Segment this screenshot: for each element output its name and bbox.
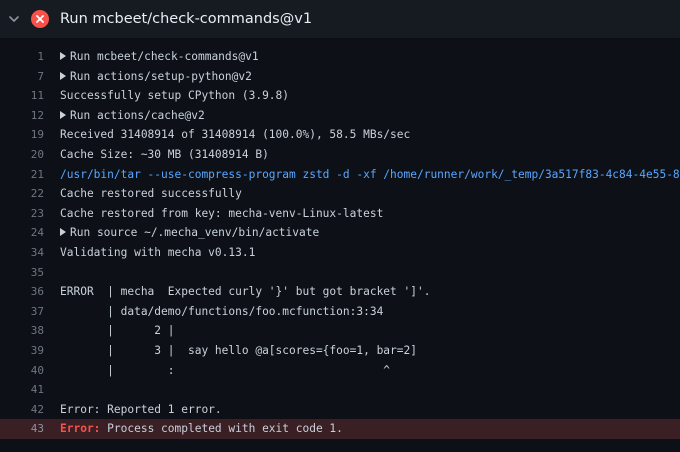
line-number[interactable]: 42 (0, 400, 44, 420)
log-text-content: Received 31408914 of 31408914 (100.0%), … (60, 128, 411, 142)
log-text: Run mcbeet/check-commands@v1 (60, 47, 259, 67)
log-line: 36 ERROR | mecha Expected curly '}' but g… (0, 282, 680, 302)
line-number[interactable]: 37 (0, 302, 44, 322)
line-number[interactable]: 40 (0, 361, 44, 381)
line-number[interactable]: 22 (0, 184, 44, 204)
log-text: Received 31408914 of 31408914 (100.0%), … (60, 125, 410, 145)
log-line: 21/usr/bin/tar --use-compress-program zs… (0, 165, 680, 185)
error-keyword: Error: (60, 422, 101, 436)
log-text: Error: Process completed with exit code … (60, 419, 343, 439)
log-text-content: Run source ~/.mecha_venv/bin/activate (70, 226, 320, 240)
expand-triangle-icon[interactable] (60, 52, 66, 60)
log-text-content: Run actions/setup-python@v2 (70, 69, 252, 83)
log-text-content: Successfully setup CPython (3.9.8) (60, 89, 290, 103)
line-number[interactable]: 11 (0, 86, 44, 106)
line-number[interactable]: 36 (0, 282, 44, 302)
log-line: 41 (0, 380, 680, 400)
log-text: Cache restored from key: mecha-venv-Linu… (60, 204, 383, 224)
line-number[interactable]: 43 (0, 419, 44, 439)
line-number[interactable]: 39 (0, 341, 44, 361)
log-text: | : ^ (60, 361, 390, 381)
log-text: Run actions/cache@v2 (60, 106, 205, 126)
log-text: | 3 | say hello @a[scores={foo=1, bar=2] (60, 341, 417, 361)
log-line: 20 Cache Size: ~30 MB (31408914 B) (0, 145, 680, 165)
line-number[interactable]: 35 (0, 263, 44, 283)
log-line: 39 | 3 | say hello @a[scores={foo=1, bar… (0, 341, 680, 361)
log-text-content: Run mcbeet/check-commands@v1 (70, 50, 259, 63)
line-number[interactable]: 38 (0, 321, 44, 341)
log-line: 38 | 2 | (0, 321, 680, 341)
log-text-content: /usr/bin/tar --use-compress-program zstd… (60, 167, 680, 181)
log-text: | 2 | (60, 321, 175, 341)
log-text-content: | 3 | say hello @a[scores={foo=1, bar=2] (60, 343, 417, 357)
log-text: Run source ~/.mecha_venv/bin/activate (60, 223, 319, 243)
line-number[interactable]: 41 (0, 380, 44, 400)
log-line: 23 Cache restored from key: mecha-venv-Li… (0, 204, 680, 224)
log-line: 34 Validating with mecha v0.13.1 (0, 243, 680, 263)
log-text-content: Cache Size: ~30 MB (31408914 B) (60, 147, 269, 161)
step-title: Run mcbeet/check-commands@v1 (60, 11, 313, 27)
log-text-content: ERROR | mecha Expected curly '}' but got… (60, 285, 431, 299)
log-line[interactable]: 12 Run actions/cache@v2 (0, 106, 680, 126)
log-line: 42 Error: Reported 1 error. (0, 400, 680, 420)
line-number[interactable]: 19 (0, 125, 44, 145)
log-text-content: Error: Reported 1 error. (60, 402, 222, 416)
line-number[interactable]: 23 (0, 204, 44, 224)
log-text: ERROR | mecha Expected curly '}' but got… (60, 282, 430, 302)
log-text: Run actions/setup-python@v2 (60, 67, 252, 87)
log-text-content: | : ^ (60, 363, 391, 377)
line-number[interactable]: 1 (0, 47, 44, 67)
chevron-down-icon[interactable] (7, 12, 21, 26)
log-text-content: | data/demo/functions/foo.mcfunction:3:3… (60, 304, 384, 318)
log-text-content: Cache restored from key: mecha-venv-Linu… (60, 206, 384, 220)
log-text-content: Cache restored successfully (60, 187, 242, 201)
log-text-content: Validating with mecha v0.13.1 (60, 245, 256, 259)
line-number[interactable]: 12 (0, 106, 44, 126)
log-text: Cache Size: ~30 MB (31408914 B) (60, 145, 269, 165)
log-output: 1 Run mcbeet/check-commands@v1 7 Run action… (0, 47, 680, 439)
line-number[interactable]: 24 (0, 223, 44, 243)
log-line: 35 (0, 263, 680, 283)
log-text: /usr/bin/tar --use-compress-program zstd… (60, 165, 680, 185)
log-line: 43 Error: Process completed with exit cod… (0, 419, 680, 439)
line-number[interactable]: 7 (0, 67, 44, 87)
line-number[interactable]: 34 (0, 243, 44, 263)
expand-triangle-icon[interactable] (60, 71, 66, 80)
log-line: 11 Successfully setup CPython (3.9.8) (0, 86, 680, 106)
log-text-content: Run actions/cache@v2 (70, 108, 205, 122)
job-step-header[interactable]: Run mcbeet/check-commands@v1 (0, 0, 680, 39)
line-number[interactable]: 20 (0, 145, 44, 165)
log-text: | data/demo/functions/foo.mcfunction:3:3… (60, 302, 383, 322)
log-text: Validating with mecha v0.13.1 (60, 243, 255, 263)
log-line: 37 | data/demo/functions/foo.mcfunction:… (0, 302, 680, 322)
log-line: 19 Received 31408914 of 31408914 (100.0%)… (0, 125, 680, 145)
log-line: 40 | : ^ (0, 361, 680, 381)
log-text: Successfully setup CPython (3.9.8) (60, 86, 289, 106)
log-text-content: Process completed with exit code 1. (100, 422, 343, 436)
line-number[interactable]: 21 (0, 165, 44, 185)
error-status-icon (31, 10, 49, 28)
log-text: Error: Reported 1 error. (60, 400, 222, 420)
expand-triangle-icon[interactable] (60, 228, 66, 237)
log-line: 22 Cache restored successfully (0, 184, 680, 204)
log-line[interactable]: 1 Run mcbeet/check-commands@v1 (0, 47, 680, 67)
log-line[interactable]: 24 Run source ~/.mecha_venv/bin/activate (0, 223, 680, 243)
log-line[interactable]: 7 Run actions/setup-python@v2 (0, 67, 680, 87)
log-text-content: | 2 | (60, 324, 175, 338)
log-text: Cache restored successfully (60, 184, 242, 204)
expand-triangle-icon[interactable] (60, 110, 66, 119)
